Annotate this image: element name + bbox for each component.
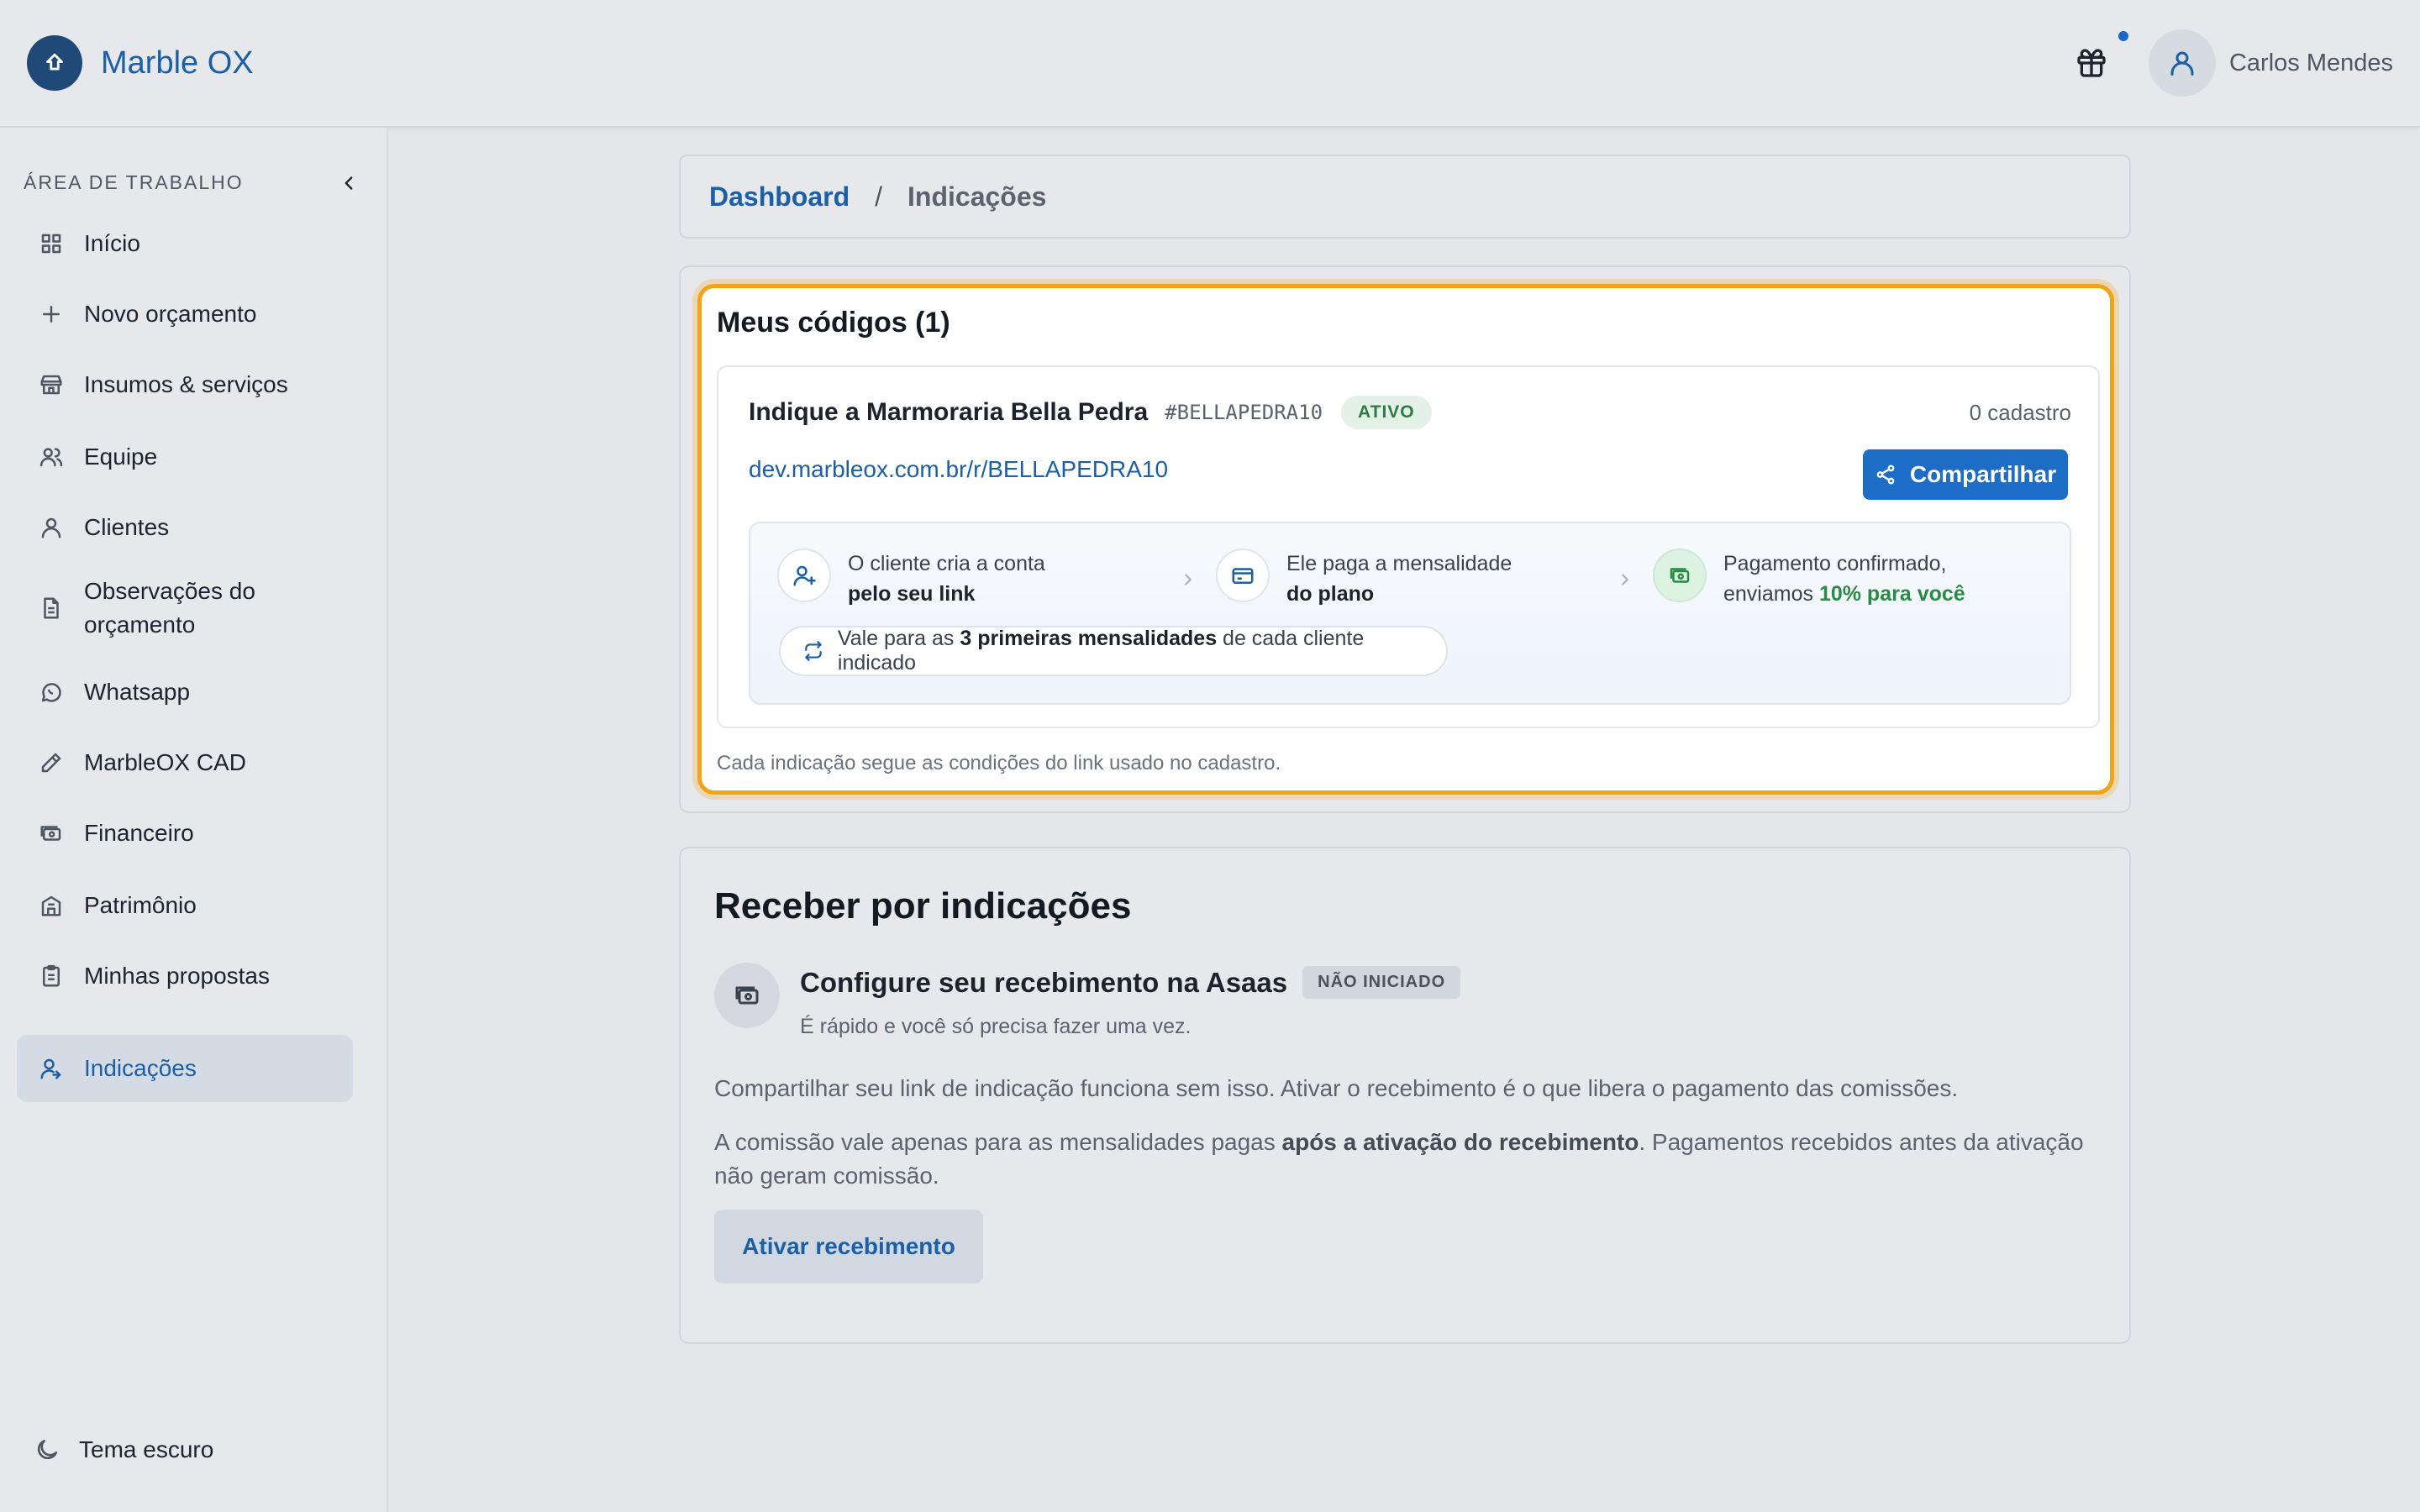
theme-toggle-label: Tema escuro: [79, 1436, 214, 1462]
step-pay-plan: Ele paga a mensalidade do plano: [1216, 549, 1512, 609]
sidebar-item-label: Observações do orçamento: [84, 578, 255, 638]
step-create-account: O cliente cria a conta pelo seu link: [777, 549, 1045, 609]
status-badge: ATIVO: [1341, 396, 1432, 429]
sidebar-item-label: Clientes: [84, 514, 170, 540]
step-payment-confirmed: Pagamento confirmado, enviamos 10% para …: [1653, 549, 1965, 609]
sidebar-item-clientes[interactable]: Clientes: [17, 497, 353, 558]
avatar[interactable]: [2148, 29, 2216, 97]
user-icon: [41, 517, 61, 538]
sidebar-item-insumos[interactable]: Insumos & serviços: [17, 354, 353, 415]
moon-icon: [37, 1440, 57, 1460]
receive-subtitle-desc: É rápido e você só precisa fazer uma vez…: [800, 1015, 1192, 1038]
sidebar-item-minhas-propostas[interactable]: Minhas propostas: [17, 946, 353, 1006]
whatsapp-icon: [41, 683, 61, 702]
pill-bold: 3 primeiras mensalidades: [960, 627, 1218, 650]
user-name[interactable]: Carlos Mendes: [2229, 50, 2393, 77]
receive-paragraph-1: Compartilhar seu link de indicação funci…: [714, 1075, 1959, 1101]
gift-icon: [2077, 49, 2106, 77]
my-codes-section: Meus códigos (1) Indique a Marmoraria Be…: [679, 265, 2131, 813]
banknote-icon: [40, 826, 61, 841]
sidebar-item-label: Whatsapp: [84, 679, 191, 705]
store-icon: [40, 375, 62, 395]
signup-count: 0 cadastro: [1969, 399, 2071, 425]
building-icon: [41, 895, 61, 916]
activate-receiving-button[interactable]: Ativar recebimento: [714, 1210, 983, 1284]
receive-subtitle: Configure seu recebimento na Asaas: [800, 966, 1288, 998]
sidebar-item-label: Minhas propostas: [84, 963, 271, 989]
credit-card-icon: [1216, 549, 1270, 602]
sidebar-item-label: Início: [84, 230, 140, 256]
sidebar-item-equipe[interactable]: Equipe: [17, 427, 353, 487]
grid-icon: [41, 234, 61, 254]
sidebar-item-marbleox-cad[interactable]: MarbleOX CAD: [17, 732, 353, 793]
referral-link[interactable]: dev.marbleox.com.br/r/BELLAPEDRA10: [749, 456, 1168, 483]
notification-dot: [2118, 31, 2128, 41]
sidebar-item-label: Patrimônio: [84, 892, 197, 918]
my-codes-title: Meus códigos (1): [717, 307, 950, 339]
validity-pill: Vale para as 3 primeiras mensalidades de…: [779, 626, 1448, 676]
document-icon: [44, 597, 59, 619]
repeat-icon: [805, 641, 822, 661]
sidebar-item-label: Equipe: [84, 444, 158, 470]
p2-prefix: A comissão vale apenas para as mensalida…: [714, 1129, 1282, 1155]
collapse-sidebar-icon[interactable]: [338, 172, 360, 194]
sidebar-item-label: Indicações: [84, 1055, 197, 1081]
step-3-line1: Pagamento confirmado,: [1723, 552, 1947, 575]
breadcrumb-current: Indicações: [908, 181, 1047, 212]
sidebar-item-whatsapp[interactable]: Whatsapp: [17, 662, 353, 722]
referral-name: Indique a Marmoraria Bella Pedra: [749, 398, 1149, 426]
chevron-right-icon: [1185, 574, 1192, 585]
gift-button[interactable]: [2066, 31, 2128, 88]
breadcrumb-dashboard-link[interactable]: Dashboard: [709, 181, 850, 213]
logo-icon[interactable]: [27, 35, 82, 91]
user-referral-icon: [40, 1058, 61, 1079]
step-2-line1: Ele paga a mensalidade: [1286, 552, 1512, 575]
users-icon: [39, 448, 63, 467]
user-plus-icon: [777, 549, 831, 602]
wallet-icon: [714, 963, 780, 1028]
sidebar-item-label: Insumos & serviços: [84, 371, 288, 397]
sidebar-item-novo-orcamento[interactable]: Novo orçamento: [17, 284, 353, 344]
clipboard-icon: [43, 964, 60, 987]
breadcrumb: Dashboard / Indicações: [679, 155, 2131, 239]
referral-code: #BELLAPEDRA10: [1165, 401, 1323, 424]
user-icon: [2170, 51, 2194, 76]
receive-paragraph-2: A comissão vale apenas para as mensalida…: [714, 1126, 2092, 1193]
sidebar-item-patrimonio[interactable]: Patrimônio: [17, 875, 353, 936]
receive-title: Receber por indicações: [714, 885, 1132, 927]
sidebar-item-inicio[interactable]: Início: [17, 213, 353, 274]
step-3-line2-prefix: enviamos: [1723, 582, 1819, 606]
pill-prefix: Vale para as: [837, 627, 960, 650]
sidebar-item-indicacoes[interactable]: Indicações: [17, 1035, 353, 1102]
breadcrumb-separator: /: [875, 181, 883, 212]
sidebar-item-label: MarbleOX CAD: [84, 749, 246, 775]
dark-theme-toggle[interactable]: Tema escuro: [34, 1436, 213, 1463]
brand-name[interactable]: Marble OX: [101, 45, 254, 81]
share-icon: [1876, 465, 1895, 485]
sidebar-item-financeiro[interactable]: Financeiro: [17, 803, 353, 864]
step-1-line1: O cliente cria a conta: [848, 552, 1045, 575]
sidebar-item-label: Novo orçamento: [84, 301, 257, 327]
p2-bold: após a ativação do recebimento: [1281, 1129, 1639, 1155]
referral-code-item: Indique a Marmoraria Bella Pedra #BELLAP…: [717, 365, 2100, 728]
my-codes-card: Meus códigos (1) Indique a Marmoraria Be…: [697, 284, 2114, 795]
plus-icon: [43, 306, 60, 323]
share-button-label: Compartilhar: [1909, 461, 2057, 487]
step-3-line2: 10% para você: [1818, 582, 1965, 606]
top-bar: Marble OX Carlos Mendes: [0, 0, 2420, 128]
step-1-line2: pelo seu link: [848, 582, 976, 606]
pencil-icon: [41, 753, 61, 773]
sidebar-item-observacoes[interactable]: Observações do orçamento: [17, 566, 353, 650]
sidebar-title: ÁREA DE TRABALHO: [24, 171, 244, 193]
step-2-line2: do plano: [1286, 582, 1375, 606]
share-button[interactable]: Compartilhar: [1863, 449, 2068, 500]
money-icon: [1653, 549, 1707, 602]
sidebar: ÁREA DE TRABALHO Início Novo orçamento I…: [0, 128, 388, 1512]
how-it-works-box: O cliente cria a conta pelo seu link Ele…: [749, 522, 2071, 705]
receive-referrals-section: Receber por indicações Configure seu rec…: [679, 847, 2131, 1344]
status-badge: NÃO INICIADO: [1302, 966, 1461, 999]
chevron-right-icon: [1622, 574, 1629, 585]
sidebar-item-label: Financeiro: [84, 820, 194, 846]
codes-footnote: Cada indicação segue as condições do lin…: [717, 752, 1281, 774]
